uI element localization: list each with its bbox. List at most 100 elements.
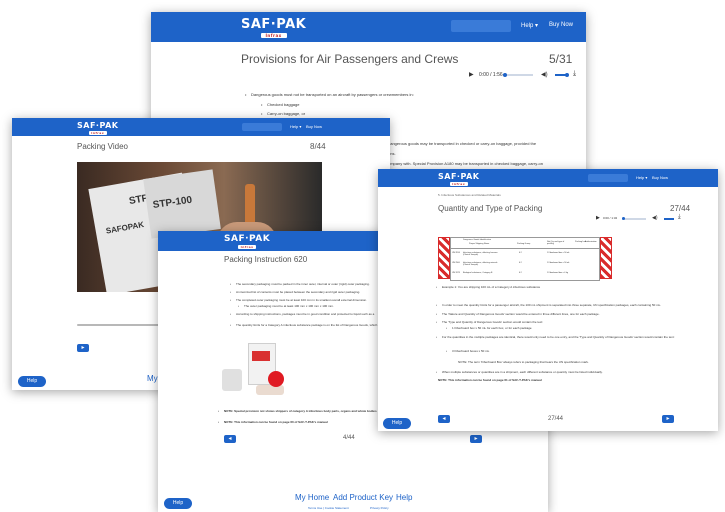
hazard-stripe-right (600, 237, 612, 279)
snippet-1: dangerous goods may be transported in ch… (382, 141, 536, 146)
product-can (222, 369, 242, 391)
next-button[interactable]: ▸ (662, 415, 674, 423)
audio-progress-knob[interactable] (503, 73, 507, 77)
footer-add-product-key[interactable]: Add Product Key (333, 493, 393, 502)
help-menu[interactable]: Help ▾ (290, 124, 301, 129)
brand-logo-sub: Infrax (449, 182, 468, 186)
buy-now-link[interactable]: Buy Now (652, 175, 668, 180)
help-button[interactable]: Help (383, 418, 411, 429)
breadcrumb[interactable]: 5. Infectious Substances and Related Mat… (438, 193, 501, 197)
prev-button[interactable]: ◂ (224, 435, 236, 443)
page-title: Provisions for Air Passengers and Crews (241, 52, 459, 66)
prev-button[interactable]: ◂ (438, 415, 450, 423)
download-icon[interactable]: ⤓ (678, 214, 681, 221)
brand-logo-sub: Infrax (88, 131, 107, 135)
bullet-type-quantity: The 'Type and Quantity of Dangerous Good… (436, 320, 692, 324)
brand-logo[interactable]: SAF·PAK Infrax (77, 121, 118, 135)
play-icon[interactable]: ▶ (469, 71, 474, 78)
table-cell: 6.2 (519, 252, 522, 254)
help-button[interactable]: Help (164, 498, 192, 509)
audio-time: 0:00 / 1:32 (603, 216, 618, 220)
help-button[interactable]: Help (18, 376, 46, 387)
volume-icon[interactable]: ◀) (652, 215, 658, 221)
bullet-4: The outer packaging must be at least 100… (238, 304, 384, 308)
page-counter: 27/44 (670, 204, 691, 213)
brand-logo[interactable]: SAF·PAK Infrax (224, 234, 270, 249)
note-manual-ref: NOTE: This information can be found on p… (438, 378, 542, 382)
bullet-example: Example 1: You are shipping 100 mL of a … (436, 285, 692, 289)
volume-slider[interactable] (664, 218, 674, 220)
note-special-provision: NOTE: Special provision not shows shippe… (218, 409, 377, 413)
brand-logo[interactable]: SAF·PAK Infrax (241, 17, 306, 38)
table-row: UN 2900 Infectious substance, affecting … (451, 260, 599, 269)
footer-privacy[interactable]: Privacy Policy (370, 506, 389, 510)
table-header: Dangerous Goods Identification Proper Sh… (451, 238, 599, 249)
table-cell: 1 Fiberboard box x 50 mL (547, 262, 570, 264)
volume-knob[interactable] (565, 73, 569, 77)
audio-progress[interactable] (622, 218, 646, 220)
col-header-psn: Proper Shipping Name (469, 243, 490, 245)
table-cell: UN 3373 (452, 272, 460, 274)
note-fiberboard: NOTE: The term 'Fiberboard Box' always r… (458, 360, 589, 364)
video-label-stp-2: STP-100 (152, 194, 193, 212)
bullet-nature-quantity: The 'Nature and Quantity of Dangerous Go… (436, 312, 692, 316)
bullet-5: According to shipping instructions, pack… (230, 312, 386, 316)
product-image (220, 341, 292, 403)
bullet-quantity-limits: In order to meet the quantity limits for… (436, 303, 692, 307)
product-ball (268, 371, 284, 387)
video-label-safopak: SAFOPAK (105, 220, 145, 236)
bullet-carry-on: Carry-on baggage, or (261, 111, 305, 116)
bullet-3: The completed outer packaging must be at… (230, 298, 386, 302)
footer-terms[interactable]: Terms Use | Cookie Statement (308, 506, 349, 510)
brand-logo-sub: Infrax (238, 245, 257, 249)
volume-icon[interactable]: ◀) (541, 71, 548, 78)
bullet-intro: Dangerous goods must not be transported … (245, 92, 414, 97)
product-box-stripe (252, 351, 270, 361)
bullet-three-boxes: 3 Fiberboard boxes x 50 mL (446, 349, 692, 353)
page-counter: 5/31 (549, 52, 573, 66)
help-menu[interactable]: Help ▾ (636, 175, 647, 180)
table-cell: 1 Fiberboard box x 4 kg (547, 272, 569, 274)
page-title: Packing Video (77, 142, 128, 151)
top-navbar: SAF·PAK Infrax Help ▾ Buy Now (12, 118, 390, 136)
play-icon[interactable]: ▶ (596, 215, 600, 221)
page-title: Packing Instruction 620 (224, 255, 308, 264)
col-header-qty: Net Qty and type of packing (547, 241, 565, 245)
bullet-1: The secondary packaging must be packed i… (230, 282, 386, 286)
next-button[interactable]: ▸ (470, 435, 482, 443)
bullet-identical: For the quantities in the multiple packa… (436, 335, 692, 339)
audio-progress[interactable] (503, 74, 533, 76)
table-cell: 1 Fiberboard box x 50 mL (547, 252, 570, 254)
bullet-multiple-substances: When multiple substances or quantities a… (436, 370, 692, 374)
table-cell: 6.2 (519, 262, 522, 264)
download-icon[interactable]: ⤓ (573, 70, 576, 78)
bullet-2: An itemized list of contents must be pla… (230, 290, 386, 294)
col-header-dg-id: Dangerous Goods Identification (463, 239, 492, 241)
help-menu[interactable]: Help ▾ (521, 22, 538, 29)
product-container (256, 385, 284, 395)
hazard-stripe-left (438, 237, 450, 279)
audio-progress-knob[interactable] (622, 217, 625, 220)
search-box[interactable] (588, 174, 628, 182)
footer-help[interactable]: Help (396, 493, 412, 502)
buy-now-link[interactable]: Buy Now (306, 124, 322, 129)
col-header-pg: Packing Group (517, 243, 531, 245)
audio-player[interactable]: ▶ 0:00 / 1:32 ◀) ⤓ (596, 214, 686, 223)
footer-my-home[interactable]: My Home (295, 493, 329, 502)
search-box[interactable] (451, 20, 511, 32)
page-counter: 4/44 (343, 435, 355, 441)
page-counter: 8/44 (310, 142, 326, 151)
table-cell: UN 2900 (452, 262, 460, 264)
buy-now-link[interactable]: Buy Now (549, 22, 573, 28)
search-box[interactable] (242, 123, 282, 131)
audio-player[interactable]: ▶ 0:00 / 1:56 ◀) ⤓ (469, 70, 579, 80)
bullet-one-box: 1 Fiberboard box x 50 mL for each box, o… (446, 326, 692, 330)
next-button[interactable]: ▸ (77, 344, 89, 352)
table-cell: Infectious substance, affecting humans (… (463, 252, 498, 256)
table-cell: Biological substance, Category B (463, 272, 493, 274)
brand-logo-sub: Infrax (260, 33, 287, 38)
table-row: UN 2814 Infectious substance, affecting … (451, 250, 599, 259)
bullet-6: The quantity limits for a Category A inf… (230, 323, 386, 327)
page-title: Quantity and Type of Packing (438, 204, 543, 213)
brand-logo[interactable]: SAF·PAK Infrax (438, 172, 479, 186)
